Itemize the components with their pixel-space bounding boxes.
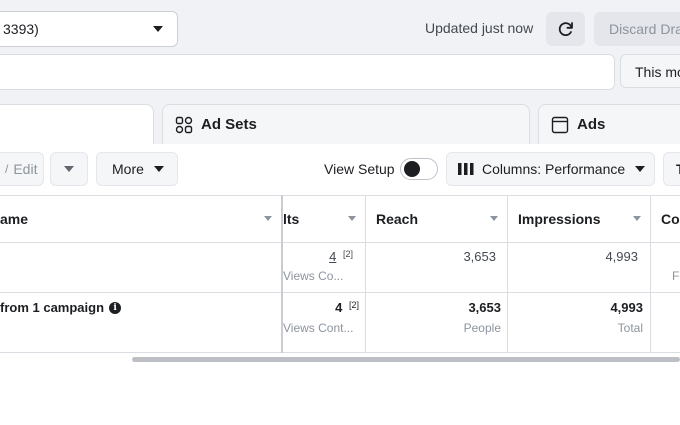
ad-sets-icon — [175, 116, 193, 134]
results-link[interactable]: 4 — [329, 249, 336, 264]
sort-icon[interactable] — [348, 216, 356, 221]
cost-type: F — [672, 269, 680, 283]
summary-bottom-border — [0, 352, 680, 353]
summary-name: from 1 campaign — [0, 300, 105, 315]
ads-icon — [551, 116, 569, 134]
summary-reach-value: 3,653 — [468, 300, 501, 315]
table-top-border — [0, 195, 680, 196]
results-type: Views Co... — [283, 269, 344, 283]
edit-icon: / — [5, 162, 9, 176]
edit-dropdown-button[interactable] — [50, 152, 88, 186]
column-header-impressions[interactable]: Impressions — [518, 211, 600, 227]
more-label: More — [112, 161, 144, 177]
columns-label: Columns: Performance — [482, 161, 626, 177]
columns-button[interactable]: Columns: Performance — [446, 152, 655, 186]
results-value[interactable]: 4 [2] — [283, 249, 353, 264]
column-header-results[interactable]: lts — [283, 211, 299, 227]
summary-results: 4 — [335, 300, 343, 315]
sort-icon[interactable] — [264, 216, 272, 221]
summary-results-type: Views Cont... — [283, 321, 354, 335]
tab-ad-sets[interactable]: Ad Sets — [162, 104, 530, 144]
results-footnote: [2] — [342, 249, 353, 259]
reach-value: 3,653 — [463, 249, 496, 264]
chevron-down-icon — [153, 26, 163, 32]
sort-icon[interactable] — [490, 216, 498, 221]
summary-label: from 1 campaign i — [0, 300, 122, 315]
date-range-button[interactable]: This month — [620, 54, 680, 88]
account-selector-label: 3393) — [3, 21, 39, 37]
tab-ads[interactable]: Ads — [538, 104, 680, 144]
chevron-down-icon — [153, 166, 164, 172]
sort-icon[interactable] — [633, 216, 641, 221]
tab-ads-label: Ads — [577, 116, 606, 133]
breakdown-button[interactable]: T — [663, 152, 680, 186]
summary-results-footnote: [2] — [348, 300, 359, 310]
horizontal-scrollbar[interactable] — [132, 357, 680, 362]
summary-results-value: 4 [2] — [283, 300, 359, 315]
search-filter-bar[interactable] — [0, 54, 615, 90]
column-header-reach[interactable]: Reach — [376, 211, 418, 227]
summary-reach-type: People — [463, 321, 501, 335]
view-setup-toggle[interactable] — [400, 158, 438, 180]
chevron-down-icon — [64, 166, 74, 172]
edit-button[interactable]: / Edit — [0, 152, 44, 186]
column-header-name[interactable]: ame — [0, 211, 28, 227]
impressions-value: 4,993 — [605, 249, 638, 264]
breakdown-icon: T — [676, 161, 680, 177]
chevron-down-icon — [635, 166, 646, 172]
more-button[interactable]: More — [96, 152, 178, 186]
summary-impressions-type: Total — [617, 321, 643, 335]
toggle-knob — [404, 161, 420, 177]
tab-campaigns[interactable] — [0, 104, 154, 146]
edit-label: Edit — [13, 161, 38, 177]
updated-status: Updated just now — [425, 20, 534, 36]
refresh-icon — [558, 22, 573, 37]
columns-icon — [458, 163, 474, 175]
info-icon[interactable]: i — [109, 301, 122, 314]
tab-ad-sets-label: Ad Sets — [201, 116, 257, 133]
discard-drafts-button[interactable]: Discard Drafts — [594, 12, 680, 46]
account-selector[interactable]: 3393) — [0, 11, 178, 47]
refresh-button[interactable] — [546, 12, 585, 46]
summary-impressions-value: 4,993 — [610, 300, 643, 315]
column-header-cost[interactable]: Cos — [661, 211, 680, 227]
view-setup-label: View Setup — [324, 161, 395, 177]
